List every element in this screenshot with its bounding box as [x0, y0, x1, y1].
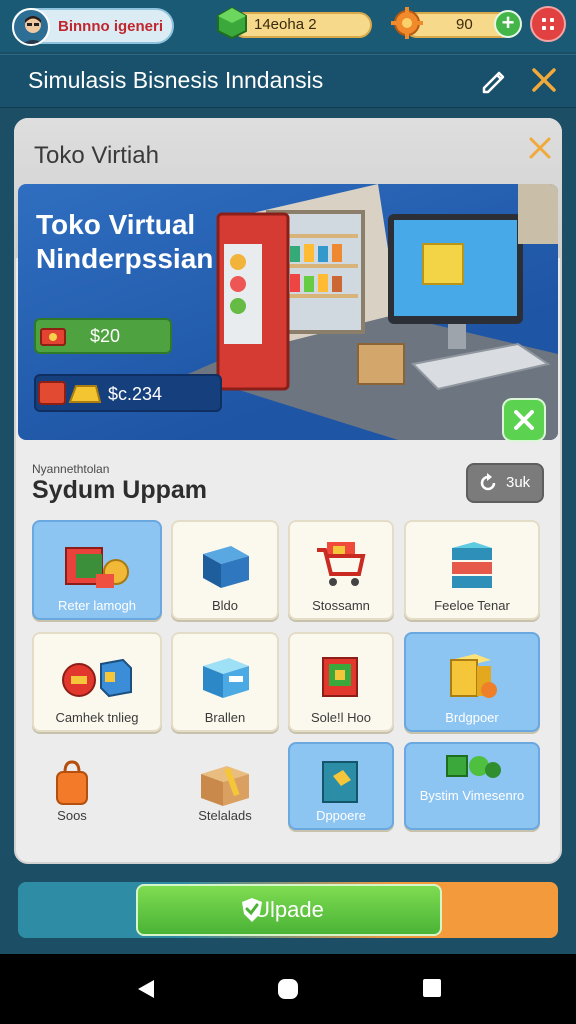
item-tile[interactable]: Brdgpoer — [404, 632, 540, 732]
balance-value: $c.234 — [108, 384, 163, 404]
upgrade-button[interactable]: Ulpade — [136, 884, 442, 936]
avatar[interactable] — [12, 8, 50, 46]
item-label: Camhek tnlieg — [55, 710, 139, 725]
item-tile[interactable]: Reter lamogh — [32, 520, 162, 620]
item-tile[interactable]: Camhek tnlieg — [32, 632, 162, 732]
item-tile[interactable]: Bldo — [171, 520, 279, 620]
panel-title: Toko Virtiah — [34, 142, 159, 169]
gem-icon — [217, 6, 247, 40]
item-tile[interactable]: Sole!l Hoo — [288, 632, 394, 732]
item-label: Brallen — [204, 710, 246, 725]
back-icon[interactable] — [136, 978, 156, 1000]
menu-button[interactable] — [530, 6, 566, 42]
coin-amount: 90 — [456, 16, 473, 33]
item-tile[interactable]: Feeloe Tenar — [404, 520, 540, 620]
income-value: $20 — [90, 326, 121, 346]
confirm-button[interactable] — [502, 398, 546, 442]
red-crate-icon — [322, 657, 358, 697]
gear-coin-icon — [391, 7, 423, 39]
item-tile[interactable]: Stossamn — [288, 520, 394, 620]
stacked-boxes-icon — [452, 542, 492, 588]
item-tile[interactable]: Brallen — [171, 632, 279, 732]
banner-title: Toko Virtual Ninderpssian — [36, 209, 214, 274]
grid-menu-icon — [542, 18, 554, 30]
item-label: Reter lamogh — [57, 598, 137, 613]
check-x-icon — [514, 410, 534, 430]
shield-check-icon — [242, 898, 262, 922]
shopping-bag-icon — [56, 760, 88, 805]
home-icon[interactable] — [277, 978, 299, 1000]
green-goods-icon — [446, 755, 501, 778]
refresh-icon — [480, 473, 496, 491]
cardboard-box-icon — [201, 766, 249, 806]
shopping-cart-icon — [317, 542, 366, 586]
recents-icon[interactable] — [422, 978, 442, 998]
yellow-package-icon — [450, 654, 497, 698]
item-label: Dppoere — [316, 808, 366, 823]
item-label: Stossamn — [312, 598, 370, 613]
item-label: Soos — [57, 808, 87, 823]
gem-amount: 14eoha 2 — [254, 16, 317, 33]
item-label: Brdgpoer — [445, 710, 499, 725]
item-label: Sole!l Hoo — [311, 710, 371, 725]
item-label: Bldo — [211, 598, 239, 613]
page-title: Simulasis Bisnesis Inndansis — [28, 67, 324, 93]
item-label: Stelalads — [198, 808, 252, 823]
blue-box-icon — [203, 546, 249, 588]
edit-pencil-icon[interactable] — [478, 64, 510, 96]
item-label: Feeloe Tenar — [434, 598, 510, 613]
goods-bundle-icon — [62, 658, 132, 698]
section-subtitle: Nyannethtolan — [32, 462, 110, 476]
item-tile[interactable]: Dppoere — [288, 742, 394, 830]
teal-box-icon — [322, 761, 358, 803]
section-title: Sydum Uppam — [32, 476, 208, 504]
cyan-box-icon — [203, 658, 249, 698]
item-tile[interactable]: Stelalads — [171, 744, 279, 844]
system-nav-bar — [0, 954, 576, 1024]
item-label: Bystim Vimesenro — [419, 788, 525, 803]
products-box-icon — [65, 547, 129, 588]
close-icon[interactable] — [528, 64, 560, 96]
player-badge[interactable]: Binnno igeneri — [12, 8, 174, 46]
player-name: Binnno igeneri — [58, 18, 163, 35]
item-tile[interactable]: Bystim Vimesenro — [404, 742, 540, 830]
add-currency-button[interactable]: + — [494, 10, 522, 38]
gold-bars-icon — [38, 381, 102, 405]
cash-stack-icon — [40, 328, 66, 346]
panel-close-icon[interactable] — [526, 134, 554, 162]
item-tile[interactable]: Soos — [32, 744, 112, 844]
